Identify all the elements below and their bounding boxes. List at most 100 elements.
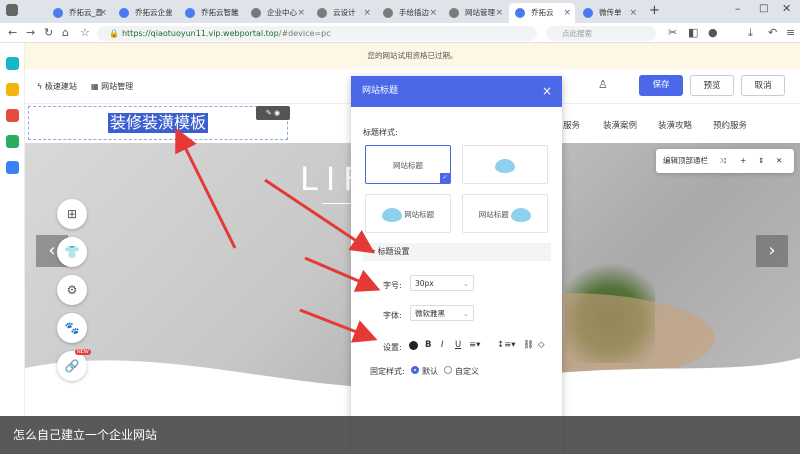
lightning-icon: ϟ	[37, 82, 45, 91]
user-icon[interactable]: ♙	[598, 78, 608, 91]
tab-label: 企业中心	[267, 8, 297, 17]
url-path: /#device=pc	[278, 29, 331, 38]
caption-text: 怎么自己建立一个企业网站	[13, 428, 158, 442]
title-style-option[interactable]	[462, 145, 548, 184]
star-icon[interactable]	[6, 83, 19, 96]
radio-custom[interactable]	[444, 366, 452, 374]
underline-icon[interactable]: U	[455, 340, 461, 350]
style-option-label: 网站标题	[393, 161, 423, 170]
browser-tab[interactable]: 乔拓云智能 ×	[179, 3, 243, 23]
site-menu-item[interactable]: 装潢攻略	[658, 119, 692, 131]
tab-favicon-icon	[185, 8, 195, 18]
browser-tab-active[interactable]: 乔拓云 ×	[509, 3, 575, 23]
line-height-icon[interactable]: ↕≡▾	[497, 340, 516, 350]
window-close-icon[interactable]: ✕	[782, 2, 791, 15]
color-picker[interactable]	[409, 341, 418, 350]
undo-icon[interactable]: ↶	[768, 26, 777, 40]
browser-tab-bar: 乔拓云_直 × 乔拓云企业 × 乔拓云智能 × 企业中心 × 云设计 × 手绘插边 × 网站…	[0, 0, 800, 23]
tab-close-icon[interactable]: ×	[165, 3, 173, 23]
scissors-icon[interactable]: ✂	[668, 26, 677, 40]
eye-icon[interactable]	[6, 109, 19, 122]
shuffle-icon[interactable]: ⤨	[720, 149, 726, 173]
browser-search-input[interactable]: 点此搜索	[546, 26, 656, 41]
title-style-option[interactable]: 网站标题	[462, 194, 548, 233]
pet-button[interactable]: 🐾	[57, 313, 87, 343]
site-title[interactable]: 装修装潢模板	[108, 113, 209, 133]
url-input[interactable]: 🔒 https://qiaotuoyun11.vip.webportal.top/…	[97, 26, 537, 41]
settings-label: 设置:	[383, 343, 402, 352]
carousel-next-button[interactable]: ›	[756, 235, 788, 267]
tab-close-icon[interactable]: ×	[629, 3, 637, 23]
site-menu-item[interactable]: 服务	[563, 119, 580, 131]
cancel-button[interactable]: 取消	[741, 75, 785, 96]
italic-icon[interactable]: I	[441, 340, 444, 350]
modules-button[interactable]: ⊞	[57, 199, 87, 229]
window-minimize-icon[interactable]: –	[735, 2, 741, 15]
browser-menu-icon[interactable]	[6, 4, 18, 16]
menu-icon[interactable]: ≡	[786, 26, 795, 40]
save-button[interactable]: 保存	[639, 75, 683, 96]
site-menu-item[interactable]: 装潢案例	[603, 119, 637, 131]
home-icon[interactable]: ⌂	[62, 26, 69, 40]
site-menu-item[interactable]: 预约服务	[713, 119, 747, 131]
download-icon[interactable]: ⤓	[748, 26, 753, 40]
add-icon[interactable]: +	[740, 149, 746, 173]
title-edit-toolbar[interactable]: ✎ ◉	[256, 106, 290, 120]
app-icon[interactable]	[6, 57, 19, 70]
title-style-option[interactable]: 网站标题	[365, 194, 451, 233]
settings-button[interactable]: ⚙	[57, 275, 87, 305]
section-label: 标题设置	[377, 247, 410, 256]
link-icon: 🔗	[64, 359, 80, 373]
wechat-icon[interactable]: ●	[708, 26, 718, 40]
link-button[interactable]: 🔗	[57, 351, 87, 381]
tab-close-icon[interactable]: ×	[429, 3, 437, 23]
tab-favicon-icon	[383, 8, 393, 18]
eraser-icon[interactable]: ◇	[538, 340, 545, 350]
preview-button[interactable]: 预览	[690, 75, 734, 96]
tab-close-icon[interactable]: ×	[495, 3, 503, 23]
up-down-icon[interactable]: ⇕	[758, 149, 764, 173]
tab-close-icon[interactable]: ×	[99, 3, 107, 23]
url-host: qiaotuoyun11.vip.webportal.top	[150, 29, 279, 38]
new-tab-icon[interactable]: +	[649, 3, 660, 18]
close-icon[interactable]: ✕	[776, 149, 782, 173]
font-size-select[interactable]: 30px ⌄	[410, 275, 474, 291]
bold-icon[interactable]: B	[425, 340, 431, 350]
browser-tab[interactable]: 手绘插边 ×	[377, 3, 441, 23]
align-icon[interactable]: ≡▾	[469, 340, 480, 350]
browser-tab[interactable]: 乔拓云_直 ×	[47, 3, 111, 23]
window-maximize-icon[interactable]: □	[759, 3, 768, 14]
title-settings-section[interactable]: ▾ 标题设置	[363, 243, 551, 261]
quick-build-link[interactable]: ϟ 极速建站	[37, 81, 77, 92]
font-family-select[interactable]: 微软雅黑 ⌄	[410, 305, 474, 321]
tab-label: 乔拓云_直	[69, 8, 103, 17]
panel-title: 网站标题	[362, 86, 399, 96]
browser-tab[interactable]: 企业中心 ×	[245, 3, 309, 23]
theme-button[interactable]: 👕	[57, 237, 87, 267]
document-icon[interactable]	[6, 161, 19, 174]
browser-tab[interactable]: 乔拓云企业 ×	[113, 3, 177, 23]
browser-tab[interactable]: 微传单 ×	[577, 3, 641, 23]
browser-tab[interactable]: 云设计 ×	[311, 3, 375, 23]
browser-tab[interactable]: 网站管理 ×	[443, 3, 507, 23]
tab-close-icon[interactable]: ×	[363, 3, 371, 23]
title-style-option[interactable]: 网站标题 ✓	[365, 145, 451, 184]
tab-close-icon[interactable]: ×	[231, 3, 239, 23]
refresh-icon[interactable]: ↻	[44, 26, 53, 40]
extension-icon[interactable]: ◧	[688, 26, 698, 40]
back-icon[interactable]: ←	[8, 26, 17, 40]
link-icon[interactable]: ⛓	[523, 340, 534, 350]
style-option-label: 网站标题	[404, 210, 435, 219]
radio-default[interactable]	[411, 366, 419, 374]
style-label: 标题样式:	[363, 128, 398, 137]
mail-icon[interactable]	[6, 135, 19, 148]
close-icon[interactable]: ×	[542, 76, 552, 107]
visibility-icon[interactable]: ◉	[274, 109, 280, 117]
tab-close-icon[interactable]: ×	[297, 3, 305, 23]
pencil-icon[interactable]: ✎	[266, 109, 272, 117]
bookmark-icon[interactable]: ☆	[80, 26, 90, 40]
tab-close-icon[interactable]: ×	[563, 3, 571, 23]
site-manage-link[interactable]: ▦ 网站管理	[91, 81, 133, 92]
forward-icon[interactable]: →	[26, 26, 35, 40]
tab-favicon-icon	[583, 8, 593, 18]
